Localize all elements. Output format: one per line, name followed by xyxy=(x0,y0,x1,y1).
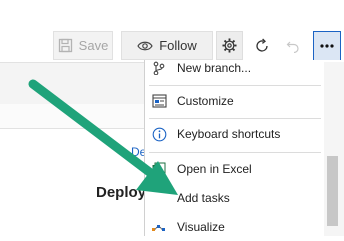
annotation-arrow xyxy=(28,79,178,195)
